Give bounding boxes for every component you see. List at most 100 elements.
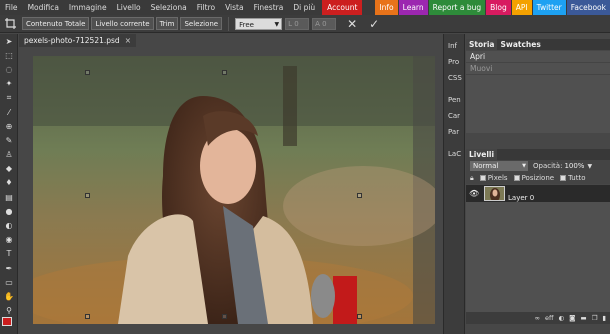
chevron-down-icon: ▼ xyxy=(274,20,280,28)
transform-handle[interactable] xyxy=(85,314,90,319)
history-item[interactable]: Apri xyxy=(466,51,610,63)
link-icon[interactable]: ∞ xyxy=(535,314,540,322)
menu-immagine[interactable]: Immagine xyxy=(64,0,112,15)
transform-handle[interactable] xyxy=(222,314,227,319)
blog-link[interactable]: Blog xyxy=(486,0,511,15)
dodge-tool-icon[interactable]: ◉ xyxy=(0,233,18,247)
menu-modifica[interactable]: Modifica xyxy=(23,0,64,15)
menu-finestra[interactable]: Finestra xyxy=(249,0,289,15)
facebook-link[interactable]: Facebook xyxy=(566,0,610,15)
stamp-tool-icon[interactable]: ♙ xyxy=(0,148,18,162)
transform-handle[interactable] xyxy=(357,314,362,319)
tab-layers[interactable]: Livelli xyxy=(466,149,498,160)
report-bug-link[interactable]: Report a bug xyxy=(428,0,486,15)
color-swatches[interactable] xyxy=(2,317,16,331)
foreground-color[interactable] xyxy=(2,317,12,326)
document-tab[interactable]: pexels-photo-712521.psd × xyxy=(19,34,136,47)
photo-image xyxy=(33,56,435,324)
panel-par[interactable]: Par xyxy=(444,124,464,140)
menu-di-piu[interactable]: Di più xyxy=(288,0,320,15)
lock-all-checkbox[interactable] xyxy=(560,175,567,181)
blur-tool-icon[interactable]: ● xyxy=(0,204,18,218)
layers-tabs: Livelli xyxy=(466,149,610,160)
lasso-tool-icon[interactable]: ◌ xyxy=(0,62,18,76)
effects-button[interactable]: eff xyxy=(545,314,553,322)
learn-link[interactable]: Learn xyxy=(398,0,428,15)
divider xyxy=(228,16,230,31)
panel-lac[interactable]: LaC xyxy=(444,146,464,162)
options-bar: Contenuto Totale Livello corrente Trim S… xyxy=(0,15,610,33)
menu-bar: File Modifica Immagine Livello Seleziona… xyxy=(0,0,610,15)
canvas-photo[interactable] xyxy=(33,56,435,324)
trash-icon[interactable]: ▮ xyxy=(602,314,606,322)
chevron-down-icon: ▼ xyxy=(522,163,526,169)
opacity-field[interactable]: 100% xyxy=(564,162,584,170)
history-item[interactable]: Muovi xyxy=(466,63,610,75)
zoom-tool-icon[interactable]: ⚲ xyxy=(0,304,18,318)
trim-button[interactable]: Trim xyxy=(155,17,179,30)
gradient-tool-icon[interactable]: ▤ xyxy=(0,190,18,204)
menu-livello[interactable]: Livello xyxy=(112,0,146,15)
close-icon[interactable]: × xyxy=(125,34,131,47)
layer-row[interactable]: 👁︎ Layer 0 xyxy=(466,185,610,202)
transform-handle[interactable] xyxy=(85,70,90,75)
pen-tool-icon[interactable]: ✒ xyxy=(0,261,18,275)
blend-mode-select[interactable]: Normal ▼ xyxy=(470,161,528,171)
shape-tool-icon[interactable]: ▭ xyxy=(0,275,18,289)
current-layer-button[interactable]: Livello corrente xyxy=(91,17,154,30)
info-link[interactable]: Info xyxy=(375,0,398,15)
opacity-label: Opacità: xyxy=(533,162,563,170)
crop-mode-value: Free xyxy=(239,20,254,29)
panel-char[interactable]: Car xyxy=(444,108,464,124)
move-tool-icon[interactable]: ➤ xyxy=(0,34,18,48)
tab-swatches[interactable]: Swatches xyxy=(497,39,544,50)
confirm-icon[interactable]: ✓ xyxy=(368,17,380,31)
chevron-down-icon[interactable]: ▼ xyxy=(587,163,592,170)
magic-wand-tool-icon[interactable]: ✦ xyxy=(0,77,18,91)
eye-icon[interactable]: 👁︎ xyxy=(469,189,481,198)
menu-vista[interactable]: Vista xyxy=(220,0,249,15)
text-tool-icon[interactable]: T xyxy=(0,247,18,261)
transform-handle[interactable] xyxy=(357,193,362,198)
panel-pen[interactable]: Pen xyxy=(444,92,464,108)
right-panels: Storia Swatches Apri Muovi Livelli Norma… xyxy=(466,34,610,334)
crop-tool-icon[interactable]: ⌗ xyxy=(0,91,18,105)
adjustment-icon[interactable]: ◐ xyxy=(558,314,564,322)
tools-panel: ➤ ⬚ ◌ ✦ ⌗ ⁄ ⊕ ✎ ♙ ◆ ♦ ▤ ● ◐ ◉ T ✒ ▭ ✋ ⚲ xyxy=(0,34,18,334)
lock-pixels-checkbox[interactable] xyxy=(479,175,486,181)
new-layer-icon[interactable]: ❐ xyxy=(592,314,598,322)
lock-options: 🔒︎ Pixels Posizione Tutto xyxy=(466,172,610,184)
hand-tool-icon[interactable]: ✋ xyxy=(0,289,18,303)
panel-properties[interactable]: Pro xyxy=(444,54,464,70)
selection-button[interactable]: Selezione xyxy=(180,17,223,30)
sponge-tool-icon[interactable]: ◐ xyxy=(0,218,18,232)
account-button[interactable]: Account xyxy=(322,0,363,15)
menu-filtro[interactable]: Filtro xyxy=(192,0,220,15)
content-total-button[interactable]: Contenuto Totale xyxy=(22,17,90,30)
marquee-tool-icon[interactable]: ⬚ xyxy=(0,48,18,62)
crop-mode-select[interactable]: Free ▼ xyxy=(235,17,283,30)
menu-file[interactable]: File xyxy=(0,0,23,15)
brush-tool-icon[interactable]: ✎ xyxy=(0,133,18,147)
twitter-link[interactable]: Twitter xyxy=(532,0,566,15)
eraser-tool-icon[interactable]: ◆ xyxy=(0,162,18,176)
panel-css[interactable]: CSS xyxy=(444,70,464,86)
width-field[interactable]: L 0 xyxy=(285,17,310,30)
transform-handle[interactable] xyxy=(222,70,227,75)
layers-footer: ∞ eff ◐ ◙ ▬ ❐ ▮ xyxy=(466,312,610,324)
lock-position-checkbox[interactable] xyxy=(513,175,520,181)
panel-info[interactable]: Inf xyxy=(444,38,464,54)
folder-icon[interactable]: ▬ xyxy=(580,314,586,322)
lock-icon: 🔒︎ xyxy=(470,173,474,182)
menu-seleziona[interactable]: Seleziona xyxy=(146,0,192,15)
cancel-icon[interactable]: ✕ xyxy=(346,17,358,31)
lock-pixels-label: Pixels xyxy=(487,174,508,182)
healing-tool-icon[interactable]: ⊕ xyxy=(0,119,18,133)
bucket-tool-icon[interactable]: ♦ xyxy=(0,176,18,190)
height-field[interactable]: A 0 xyxy=(312,17,337,30)
transform-handle[interactable] xyxy=(85,193,90,198)
tab-history[interactable]: Storia xyxy=(466,39,498,50)
eyedropper-tool-icon[interactable]: ⁄ xyxy=(0,105,18,119)
mask-icon[interactable]: ◙ xyxy=(569,314,575,322)
api-link[interactable]: API xyxy=(511,0,532,15)
